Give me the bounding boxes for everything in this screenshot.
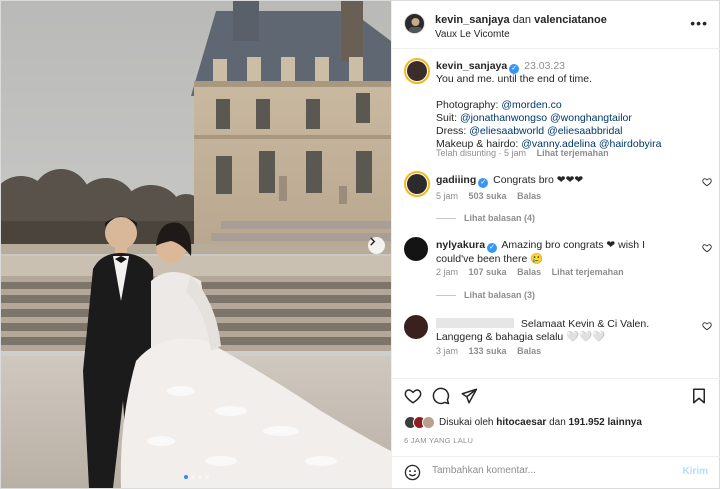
wedding-photo-illustration bbox=[1, 1, 391, 488]
comment-input[interactable] bbox=[432, 465, 662, 476]
add-comment-bar: Kirim bbox=[392, 456, 720, 488]
verified-badge-icon: ✓ bbox=[487, 243, 498, 253]
caption-date: 23.03.23 bbox=[524, 60, 566, 72]
liker-username[interactable]: hitocaesar bbox=[496, 417, 546, 428]
carousel-next-button[interactable] bbox=[368, 237, 385, 254]
carousel-dot bbox=[205, 475, 209, 479]
instagram-post: kevin_sanjaya dan valenciatanoe Vaux Le … bbox=[0, 0, 720, 489]
comment-text: Selamaat Kevin & Ci Valen. Langgeng & ba… bbox=[436, 318, 696, 344]
comments-list[interactable]: kevin_sanjaya ✓ 23.03.23 You and me. unti… bbox=[392, 50, 720, 377]
comment-likes[interactable]: 503 suka bbox=[469, 191, 507, 201]
author-link-1[interactable]: kevin_sanjaya bbox=[435, 14, 510, 26]
likes-conj: dan bbox=[549, 417, 566, 428]
caption-avatar[interactable] bbox=[404, 58, 430, 84]
caption-header: kevin_sanjaya ✓ 23.03.23 bbox=[436, 60, 711, 74]
view-replies-label: Lihat balasan (4) bbox=[464, 213, 536, 223]
see-translation-link[interactable]: Lihat terjemahan bbox=[537, 148, 609, 158]
authors-conjunction: dan bbox=[512, 14, 532, 26]
reply-button[interactable]: Balas bbox=[517, 191, 541, 201]
post-header: kevin_sanjaya dan valenciatanoe Vaux Le … bbox=[392, 1, 720, 49]
mention-link[interactable]: @morden.co bbox=[501, 99, 561, 111]
caption-line: You and me. until the end of time. bbox=[436, 73, 593, 85]
carousel-dot bbox=[198, 475, 202, 479]
mention-link[interactable]: @eliesaabbridal bbox=[547, 125, 622, 137]
likes-count[interactable]: 191.952 lainnya bbox=[569, 417, 642, 428]
paper-plane-icon[interactable] bbox=[460, 387, 478, 405]
heart-icon[interactable] bbox=[702, 243, 712, 253]
comment-username[interactable]: gadiiing bbox=[436, 174, 476, 186]
caption-label: Photography: bbox=[436, 99, 499, 111]
post-photo[interactable] bbox=[1, 1, 391, 488]
author-link-2[interactable]: valenciatanoe bbox=[534, 14, 607, 26]
author-avatar[interactable] bbox=[404, 13, 425, 34]
comment-time: 2 jam bbox=[436, 267, 459, 277]
view-replies-label: Lihat balasan (3) bbox=[464, 290, 536, 300]
caption-username[interactable]: kevin_sanjaya bbox=[436, 60, 507, 72]
commenter-avatar[interactable] bbox=[404, 171, 430, 197]
see-translation-link[interactable]: Lihat terjemahan bbox=[552, 267, 624, 277]
comment-username-redacted[interactable] bbox=[436, 318, 514, 328]
comment-text: nylyakura ✓ Amazing bro congrats ❤ wish I… bbox=[436, 239, 676, 266]
post-comment-button[interactable]: Kirim bbox=[682, 466, 708, 477]
liker-avatar bbox=[422, 416, 435, 429]
comment-text: gadiiing ✓ Congrats bro ❤❤❤ bbox=[436, 174, 711, 188]
commenter-avatar[interactable] bbox=[404, 237, 428, 261]
post-location[interactable]: Vaux Le Vicomte bbox=[435, 29, 510, 40]
view-replies-button[interactable]: Lihat balasan (4) bbox=[436, 213, 535, 223]
post-authors: kevin_sanjaya dan valenciatanoe bbox=[435, 14, 607, 26]
comment-likes[interactable]: 107 suka bbox=[469, 267, 507, 277]
mention-link[interactable]: @wonghangtailor bbox=[550, 112, 632, 124]
post-time-ago[interactable]: 6 JAM YANG LALU bbox=[404, 436, 473, 445]
heart-icon[interactable] bbox=[404, 387, 422, 405]
reply-button[interactable]: Balas bbox=[517, 346, 541, 356]
post-side-panel: kevin_sanjaya dan valenciatanoe Vaux Le … bbox=[391, 1, 720, 488]
likes-summary[interactable]: Disukai oleh hitocaesar dan 191.952 lain… bbox=[404, 416, 642, 429]
comment-time: 3 jam bbox=[436, 346, 459, 356]
heart-icon[interactable] bbox=[702, 177, 712, 187]
comment-icon[interactable] bbox=[432, 387, 450, 405]
caption-label: Dress: bbox=[436, 125, 467, 137]
carousel-dot bbox=[191, 475, 195, 479]
mention-link[interactable]: @jonathanwongso bbox=[460, 112, 547, 124]
comment-username[interactable]: nylyakura bbox=[436, 239, 485, 251]
carousel-dots bbox=[184, 475, 209, 479]
view-replies-button[interactable]: Lihat balasan (3) bbox=[436, 290, 535, 300]
caption-label: Suit: bbox=[436, 112, 458, 124]
reply-button[interactable]: Balas bbox=[517, 267, 541, 277]
post-actions: Disukai oleh hitocaesar dan 191.952 lain… bbox=[392, 378, 720, 456]
likes-prefix: Disukai oleh bbox=[439, 417, 494, 428]
verified-badge-icon: ✓ bbox=[478, 178, 489, 188]
heart-icon[interactable] bbox=[702, 321, 712, 331]
mention-link[interactable]: @eliesaabworld bbox=[469, 125, 544, 137]
caption-body: You and me. until the end of time. Photo… bbox=[436, 73, 711, 151]
comment-meta: 3 jam 133 suka Balas bbox=[436, 346, 549, 356]
caption-edited-time: Telah disunting · 5 jam bbox=[436, 148, 527, 158]
comment-meta: 2 jam 107 suka Balas Lihat terjemahan bbox=[436, 267, 632, 277]
carousel-dot bbox=[184, 475, 188, 479]
smiley-icon[interactable] bbox=[404, 464, 421, 481]
comment-meta: 5 jam 503 suka Balas bbox=[436, 191, 549, 201]
bookmark-icon[interactable] bbox=[690, 387, 708, 405]
commenter-avatar[interactable] bbox=[404, 315, 428, 339]
caption-meta: Telah disunting · 5 jam Lihat terjemahan bbox=[436, 148, 617, 158]
comment-body: Congrats bro ❤❤❤ bbox=[493, 174, 584, 186]
more-options-icon[interactable]: ••• bbox=[690, 15, 708, 31]
comment-time: 5 jam bbox=[436, 191, 459, 201]
chevron-right-icon bbox=[370, 237, 376, 246]
comment-likes[interactable]: 133 suka bbox=[469, 346, 507, 356]
